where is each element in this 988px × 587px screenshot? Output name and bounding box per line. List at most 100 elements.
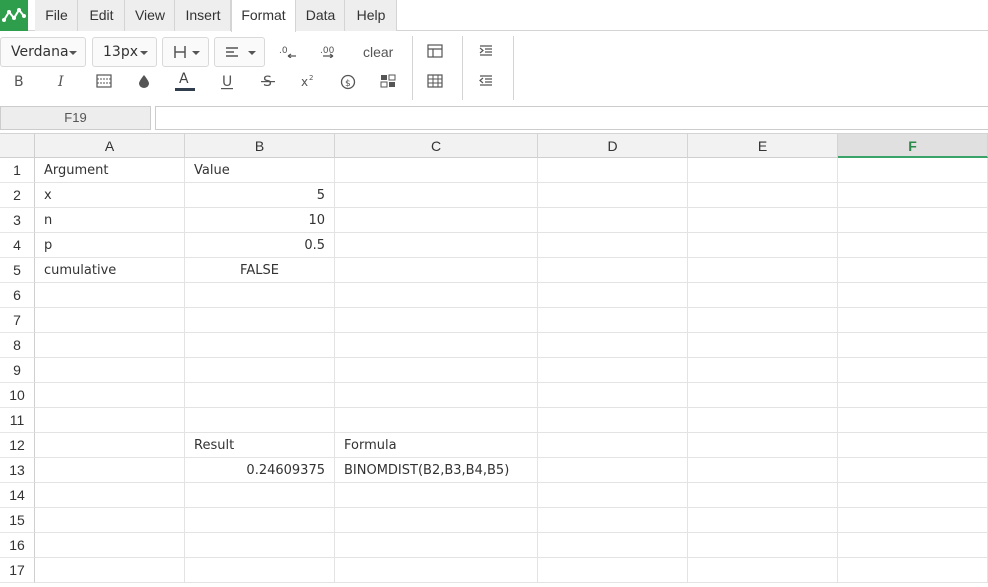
underline-button[interactable]: U — [213, 70, 241, 94]
cell-e5[interactable] — [688, 258, 838, 283]
cell-e14[interactable] — [688, 483, 838, 508]
align-select[interactable] — [214, 37, 265, 67]
cell-a2[interactable]: x — [35, 183, 185, 208]
cell-a5[interactable]: cumulative — [35, 258, 185, 283]
cell-c16[interactable] — [335, 533, 538, 558]
row-header[interactable]: 15 — [0, 508, 35, 533]
cell-d17[interactable] — [538, 558, 688, 583]
cell-b3[interactable]: 10 — [185, 208, 335, 233]
cell-b15[interactable] — [185, 508, 335, 533]
clear-format-button[interactable]: clear — [363, 44, 393, 60]
cell-e11[interactable] — [688, 408, 838, 433]
menu-data[interactable]: Data — [296, 0, 345, 31]
cell-c15[interactable] — [335, 508, 538, 533]
cell-e17[interactable] — [688, 558, 838, 583]
cell-e13[interactable] — [688, 458, 838, 483]
cell-d1[interactable] — [538, 158, 688, 183]
cell-e1[interactable] — [688, 158, 838, 183]
cell-b1[interactable]: Value — [185, 158, 335, 183]
cell-f5[interactable] — [838, 258, 988, 283]
cell-f14[interactable] — [838, 483, 988, 508]
cell-e15[interactable] — [688, 508, 838, 533]
cell-a14[interactable] — [35, 483, 185, 508]
cell-b4[interactable]: 0.5 — [185, 233, 335, 258]
cell-d12[interactable] — [538, 433, 688, 458]
cell-e3[interactable] — [688, 208, 838, 233]
conditional-format-button[interactable] — [374, 70, 402, 94]
fill-color-button[interactable] — [130, 70, 158, 94]
superscript-button[interactable]: x 2 — [294, 70, 322, 94]
column-header-c[interactable]: C — [335, 133, 538, 158]
cell-a12[interactable] — [35, 433, 185, 458]
cell-d6[interactable] — [538, 283, 688, 308]
cell-f3[interactable] — [838, 208, 988, 233]
merge-cells-button[interactable] — [421, 40, 449, 64]
row-header[interactable]: 9 — [0, 358, 35, 383]
cell-c1[interactable] — [335, 158, 538, 183]
cell-d13[interactable] — [538, 458, 688, 483]
cell-a10[interactable] — [35, 383, 185, 408]
column-header-f[interactable]: F — [838, 133, 988, 158]
outdent-button[interactable] — [472, 70, 500, 94]
cell-f10[interactable] — [838, 383, 988, 408]
cell-a13[interactable] — [35, 458, 185, 483]
cell-e7[interactable] — [688, 308, 838, 333]
cell-c3[interactable] — [335, 208, 538, 233]
cell-c14[interactable] — [335, 483, 538, 508]
cell-d4[interactable] — [538, 233, 688, 258]
cell-b7[interactable] — [185, 308, 335, 333]
row-header[interactable]: 2 — [0, 183, 35, 208]
menu-insert[interactable]: Insert — [175, 0, 231, 31]
cell-border-button[interactable] — [90, 70, 118, 94]
row-header[interactable]: 7 — [0, 308, 35, 333]
row-header[interactable]: 14 — [0, 483, 35, 508]
row-header[interactable]: 3 — [0, 208, 35, 233]
cell-a1[interactable]: Argument — [35, 158, 185, 183]
cell-b5[interactable]: FALSE — [185, 258, 335, 283]
cell-c10[interactable] — [335, 383, 538, 408]
italic-button[interactable]: I — [48, 70, 76, 94]
cell-b16[interactable] — [185, 533, 335, 558]
currency-format-button[interactable]: $ — [334, 70, 362, 94]
column-header-a[interactable]: A — [35, 133, 185, 158]
row-header[interactable]: 16 — [0, 533, 35, 558]
cell-f15[interactable] — [838, 508, 988, 533]
decrease-decimal-button[interactable]: .0 — [274, 40, 302, 64]
cell-a6[interactable] — [35, 283, 185, 308]
cell-a16[interactable] — [35, 533, 185, 558]
cell-c7[interactable] — [335, 308, 538, 333]
cell-d2[interactable] — [538, 183, 688, 208]
cell-f11[interactable] — [838, 408, 988, 433]
cell-d15[interactable] — [538, 508, 688, 533]
row-header[interactable]: 1 — [0, 158, 35, 183]
row-header[interactable]: 8 — [0, 333, 35, 358]
column-header-e[interactable]: E — [688, 133, 838, 158]
font-size-select[interactable]: 13px — [92, 37, 157, 67]
borders-button[interactable] — [421, 70, 449, 94]
menu-edit[interactable]: Edit — [78, 0, 125, 31]
cell-c13[interactable]: BINOMDIST(B2,B3,B4,B5) — [335, 458, 538, 483]
cell-a11[interactable] — [35, 408, 185, 433]
cell-f13[interactable] — [838, 458, 988, 483]
column-header-b[interactable]: B — [185, 133, 335, 158]
row-header[interactable]: 11 — [0, 408, 35, 433]
cell-d16[interactable] — [538, 533, 688, 558]
cell-b9[interactable] — [185, 358, 335, 383]
cell-f4[interactable] — [838, 233, 988, 258]
cell-c5[interactable] — [335, 258, 538, 283]
cell-a7[interactable] — [35, 308, 185, 333]
cell-a9[interactable] — [35, 358, 185, 383]
cell-b14[interactable] — [185, 483, 335, 508]
menu-help[interactable]: Help — [345, 0, 397, 31]
cell-a4[interactable]: p — [35, 233, 185, 258]
row-header[interactable]: 6 — [0, 283, 35, 308]
menu-view[interactable]: View — [125, 0, 175, 31]
cell-d3[interactable] — [538, 208, 688, 233]
cell-d7[interactable] — [538, 308, 688, 333]
row-header[interactable]: 17 — [0, 558, 35, 583]
column-header-d[interactable]: D — [538, 133, 688, 158]
cell-e16[interactable] — [688, 533, 838, 558]
cell-e9[interactable] — [688, 358, 838, 383]
cell-c4[interactable] — [335, 233, 538, 258]
cell-e10[interactable] — [688, 383, 838, 408]
